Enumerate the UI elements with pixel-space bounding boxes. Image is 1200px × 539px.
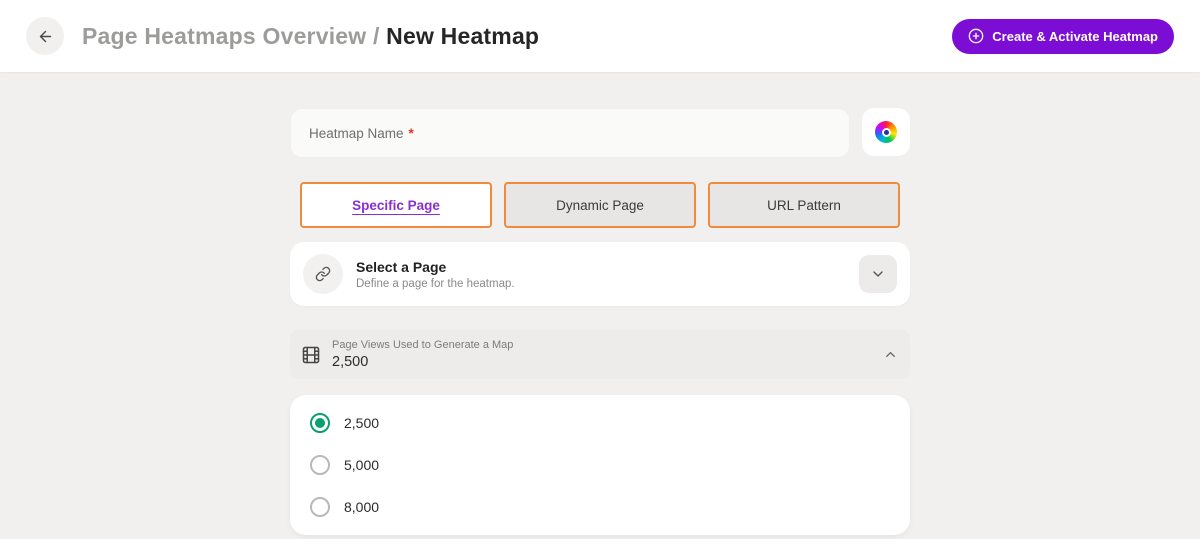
plus-circle-icon — [968, 28, 984, 44]
radio-unselected-icon[interactable] — [310, 455, 330, 475]
film-icon — [302, 346, 320, 364]
page-views-options-panel: 2,500 5,000 8,000 — [290, 395, 910, 535]
tab-dynamic-page[interactable]: Dynamic Page — [504, 182, 696, 228]
heatmap-color-picker-button[interactable] — [862, 108, 910, 156]
tab-dynamic-page-label: Dynamic Page — [556, 198, 644, 213]
top-header: Page Heatmaps Overview / New Heatmap Cre… — [0, 0, 1200, 72]
tab-url-pattern[interactable]: URL Pattern — [708, 182, 900, 228]
link-icon — [315, 266, 331, 282]
page-views-option-label: 5,000 — [344, 457, 379, 473]
create-activate-heatmap-label: Create & Activate Heatmap — [992, 29, 1158, 44]
chevron-up-icon — [883, 347, 898, 362]
page-views-option-label: 2,500 — [344, 415, 379, 431]
heatmap-name-input[interactable]: Heatmap Name * — [290, 108, 850, 158]
breadcrumb-parent: Page Heatmaps Overview / — [82, 23, 386, 49]
radio-selected-icon[interactable] — [310, 413, 330, 433]
page-views-option-2500[interactable]: 2,500 — [290, 402, 910, 444]
back-button[interactable] — [26, 17, 64, 55]
chevron-down-icon — [870, 266, 886, 282]
select-page-card[interactable]: Select a Page Define a page for the heat… — [290, 242, 910, 306]
color-wheel-icon — [875, 121, 897, 143]
create-activate-heatmap-button[interactable]: Create & Activate Heatmap — [952, 19, 1174, 54]
select-page-subtitle: Define a page for the heatmap. — [356, 278, 515, 290]
heatmap-name-placeholder: Heatmap Name — [309, 126, 404, 141]
page-views-option-5000[interactable]: 5,000 — [290, 444, 910, 486]
radio-unselected-icon[interactable] — [310, 497, 330, 517]
main-content: Heatmap Name * Specific Page Dynamic Pag… — [0, 72, 1200, 535]
page-views-value: 2,500 — [332, 354, 513, 370]
page-views-option-label: 8,000 — [344, 499, 379, 515]
breadcrumb: Page Heatmaps Overview / New Heatmap — [82, 23, 539, 50]
page-views-collapsible-header[interactable]: Page Views Used to Generate a Map 2,500 — [290, 330, 910, 379]
page-views-option-8000[interactable]: 8,000 — [290, 486, 910, 528]
page-views-label: Page Views Used to Generate a Map — [332, 339, 513, 351]
tab-specific-page[interactable]: Specific Page — [300, 182, 492, 228]
page-title: New Heatmap — [386, 23, 539, 49]
tab-specific-page-label: Specific Page — [352, 198, 440, 213]
page-type-tabs: Specific Page Dynamic Page URL Pattern — [290, 182, 910, 228]
select-page-dropdown-button[interactable] — [859, 255, 897, 293]
tab-url-pattern-label: URL Pattern — [767, 198, 841, 213]
arrow-left-icon — [37, 28, 54, 45]
required-asterisk: * — [409, 126, 414, 141]
select-page-title: Select a Page — [356, 259, 515, 275]
